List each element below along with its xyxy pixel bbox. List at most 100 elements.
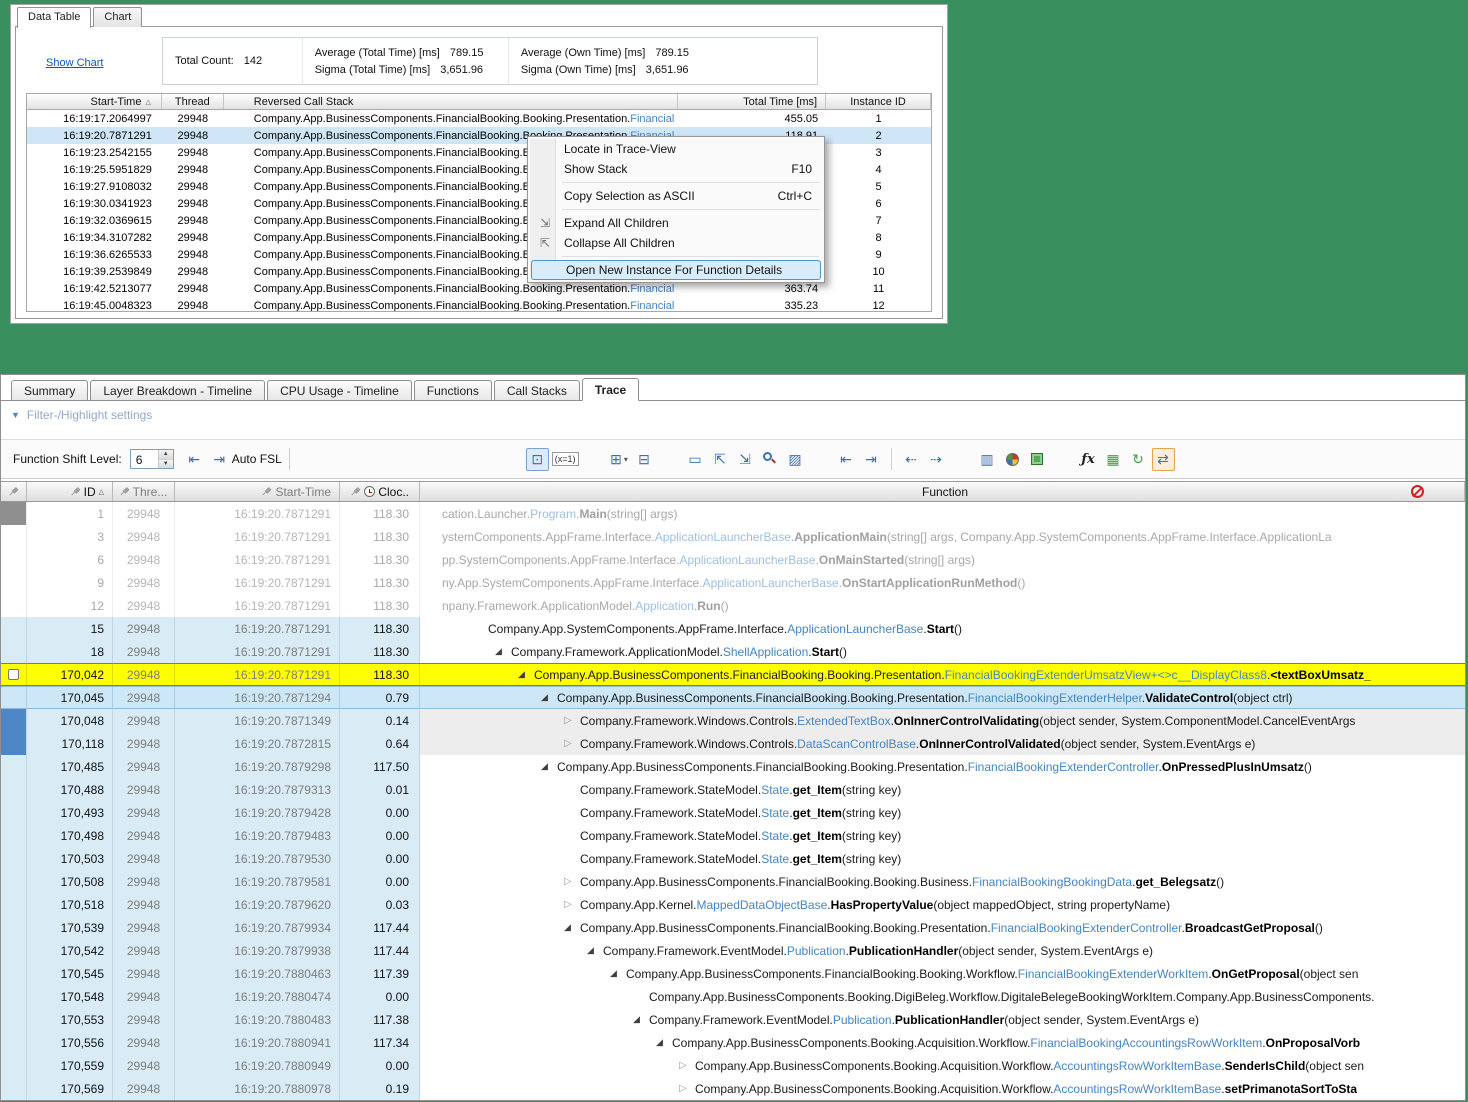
pin-icon[interactable] <box>260 484 275 499</box>
tab-trace[interactable]: Trace <box>582 378 639 401</box>
tree-collapsed-icon[interactable]: ▷ <box>679 1083 695 1094</box>
column-header-thread[interactable]: Thread <box>162 94 224 109</box>
tree-collapsed-icon[interactable]: ▷ <box>564 876 580 887</box>
show-chart-link[interactable]: Show Chart <box>46 57 103 69</box>
sync-selection-icon[interactable]: ⇄ <box>1152 448 1175 471</box>
trace-row[interactable]: 122994816:19:20.7871291118.30npany.Frame… <box>1 594 1465 617</box>
select-rect-icon[interactable]: ▭ <box>684 448 707 471</box>
data-table-row[interactable]: 16:19:17.206499729948Company.App.Busines… <box>27 110 931 127</box>
trace-row[interactable]: 170,0452994816:19:20.78712940.79◢Company… <box>1 686 1465 709</box>
stack-window-icon[interactable]: ⊞▾ <box>608 448 631 471</box>
menu-item-collapse-all-children[interactable]: ⇱Collapse All Children <box>530 233 822 253</box>
tree-collapsed-icon[interactable]: ▷ <box>564 715 580 726</box>
trace-row[interactable]: 170,5422994816:19:20.7879938117.44◢Compa… <box>1 939 1465 962</box>
column-header-gutter[interactable] <box>1 482 27 501</box>
function-details-icon[interactable]: ⊟ <box>633 448 656 471</box>
chart-icon[interactable]: ▨ <box>784 448 807 471</box>
pie-view-icon[interactable] <box>1001 448 1024 471</box>
trace-row[interactable]: 152994816:19:20.7871291118.30Company.App… <box>1 617 1465 640</box>
column-header-function[interactable]: Function <box>420 482 1465 501</box>
tree-collapsed-icon[interactable]: ▷ <box>564 738 580 749</box>
menu-item-open-new-instance-for-function-details[interactable]: Open New Instance For Function Details <box>531 260 821 280</box>
tab-layer-breakdown-timeline[interactable]: Layer Breakdown - Timeline <box>90 380 265 400</box>
collapse-children-icon[interactable]: ⇥ <box>860 448 883 471</box>
tree-expanded-icon[interactable]: ◢ <box>564 922 580 933</box>
fsl-increase-button[interactable]: ⇥ <box>208 448 231 471</box>
menu-item-locate-in-trace-view[interactable]: Locate in Trace-View <box>530 139 822 159</box>
shift-left-icon[interactable]: ⇠ <box>900 448 923 471</box>
tree-expanded-icon[interactable]: ◢ <box>541 692 557 703</box>
tree-expanded-icon[interactable]: ◢ <box>610 968 626 979</box>
trace-row[interactable]: 170,4852994816:19:20.7879298117.50◢Compa… <box>1 755 1465 778</box>
tab-summary[interactable]: Summary <box>11 380 88 400</box>
highlight-grid-icon[interactable]: ▦ <box>1102 448 1125 471</box>
tree-collapsed-icon[interactable]: ▷ <box>564 899 580 910</box>
trace-row[interactable]: 32994816:19:20.7871291118.30ystemCompone… <box>1 525 1465 548</box>
column-header-total-time-ms[interactable]: Total Time [ms] <box>678 94 826 109</box>
column-header-start-time[interactable]: Start-Time <box>175 482 340 501</box>
tree-expanded-icon[interactable]: ◢ <box>495 646 511 657</box>
column-header-thread[interactable]: Thre... <box>113 482 175 501</box>
tab-chart[interactable]: Chart <box>93 7 142 27</box>
trace-row[interactable]: 170,5532994816:19:20.7880483117.38◢Compa… <box>1 1008 1465 1031</box>
tab-functions[interactable]: Functions <box>414 380 492 400</box>
trace-row[interactable]: 182994816:19:20.7871291118.30◢Company.Fr… <box>1 640 1465 663</box>
spinner-up-icon[interactable]: ▲ <box>159 450 173 460</box>
trace-row[interactable]: 170,5392994816:19:20.7879934117.44◢Compa… <box>1 916 1465 939</box>
cpu-view-icon[interactable] <box>1026 448 1049 471</box>
tab-data-table[interactable]: Data Table <box>17 7 91 28</box>
trace-row[interactable]: 170,4982994816:19:20.78794830.00Company.… <box>1 824 1465 847</box>
trace-row[interactable]: 62994816:19:20.7871291118.30pp.SystemCom… <box>1 548 1465 571</box>
trace-row[interactable]: 170,0422994816:19:20.7871291118.30◢Compa… <box>1 663 1465 686</box>
column-header-instance-id[interactable]: Instance ID <box>826 94 931 109</box>
shift-right-icon[interactable]: ⇢ <box>925 448 948 471</box>
tree-expanded-icon[interactable]: ◢ <box>656 1037 672 1048</box>
column-chooser-icon[interactable]: ▥ <box>976 448 999 471</box>
trace-row[interactable]: 170,1182994816:19:20.78728150.64▷Company… <box>1 732 1465 755</box>
trace-row[interactable]: 170,5562994816:19:20.7880941117.34◢Compa… <box>1 1031 1465 1054</box>
trace-row[interactable]: 170,5592994816:19:20.78809490.00▷Company… <box>1 1054 1465 1077</box>
pin-icon[interactable] <box>349 484 364 499</box>
pin-icon[interactable] <box>117 484 132 499</box>
refresh-icon[interactable]: ↻ <box>1127 448 1150 471</box>
trace-row[interactable]: 170,5082994816:19:20.78795810.00▷Company… <box>1 870 1465 893</box>
fsl-decrease-button[interactable]: ⇤ <box>183 448 206 471</box>
column-header-reversed-call-stack[interactable]: Reversed Call Stack <box>224 94 679 109</box>
pin-icon[interactable] <box>68 484 83 499</box>
trace-row[interactable]: 170,4932994816:19:20.78794280.00Company.… <box>1 801 1465 824</box>
menu-item-expand-all-children[interactable]: ⇲Expand All Children <box>530 213 822 233</box>
trace-row[interactable]: 170,4882994816:19:20.78793130.01Company.… <box>1 778 1465 801</box>
trace-row[interactable]: 170,5182994816:19:20.78796200.03▷Company… <box>1 893 1465 916</box>
no-entry-icon[interactable] <box>1411 485 1424 498</box>
tab-call-stacks[interactable]: Call Stacks <box>494 380 580 400</box>
tree-expanded-icon[interactable]: ◢ <box>541 761 557 772</box>
trace-row[interactable]: 170,5032994816:19:20.78795300.00Company.… <box>1 847 1465 870</box>
menu-item-show-stack[interactable]: Show StackF10 <box>530 159 822 179</box>
filter-highlight-row[interactable]: ▼ Filter-/Highlight settings <box>1 403 152 427</box>
tree-expanded-icon[interactable]: ◢ <box>633 1014 649 1025</box>
trace-row[interactable]: 170,5692994816:19:20.78809780.19▷Company… <box>1 1077 1465 1100</box>
move-next-icon[interactable]: ⇲ <box>734 448 757 471</box>
tree-collapsed-icon[interactable]: ▷ <box>679 1060 695 1071</box>
trace-row[interactable]: 12994816:19:20.7871291118.30cation.Launc… <box>1 502 1465 525</box>
tree-expanded-icon[interactable]: ◢ <box>518 669 534 680</box>
spinner-down-icon[interactable]: ▼ <box>159 460 173 469</box>
zoom-reset-icon[interactable] <box>759 448 782 471</box>
trace-row[interactable]: 92994816:19:20.7871291118.30ny.App.Syste… <box>1 571 1465 594</box>
trace-row[interactable]: 170,5452994816:19:20.7880463117.39◢Compa… <box>1 962 1465 985</box>
column-header-id[interactable]: ID △ <box>27 482 113 501</box>
move-pr4ev-icon[interactable]: ⇱ <box>709 448 732 471</box>
menu-item-copy-selection-as-ascii[interactable]: Copy Selection as ASCIICtrl+C <box>530 186 822 206</box>
tree-expanded-icon[interactable]: ◢ <box>587 945 603 956</box>
fsl-spinner[interactable]: 6 ▲ ▼ <box>130 449 174 469</box>
tab-cpu-usage-timeline[interactable]: CPU Usage - Timeline <box>267 380 412 400</box>
locate-rows-icon[interactable]: ⊡ <box>526 448 549 471</box>
pin-icon[interactable] <box>6 484 21 499</box>
expand-children-icon[interactable]: ⇤ <box>835 448 858 471</box>
data-table-row[interactable]: 16:19:45.004832329948Company.App.Busines… <box>27 297 931 312</box>
column-header-start-time[interactable]: Start-Time△ <box>27 94 162 109</box>
column-header-clock[interactable]: Cloc.. <box>340 482 420 501</box>
trace-row[interactable]: 170,5482994816:19:20.78804740.00Company.… <box>1 985 1465 1008</box>
formula-icon[interactable]: ƒx <box>1077 448 1100 471</box>
x1-aggregate-icon[interactable]: (x=1) <box>551 448 580 471</box>
